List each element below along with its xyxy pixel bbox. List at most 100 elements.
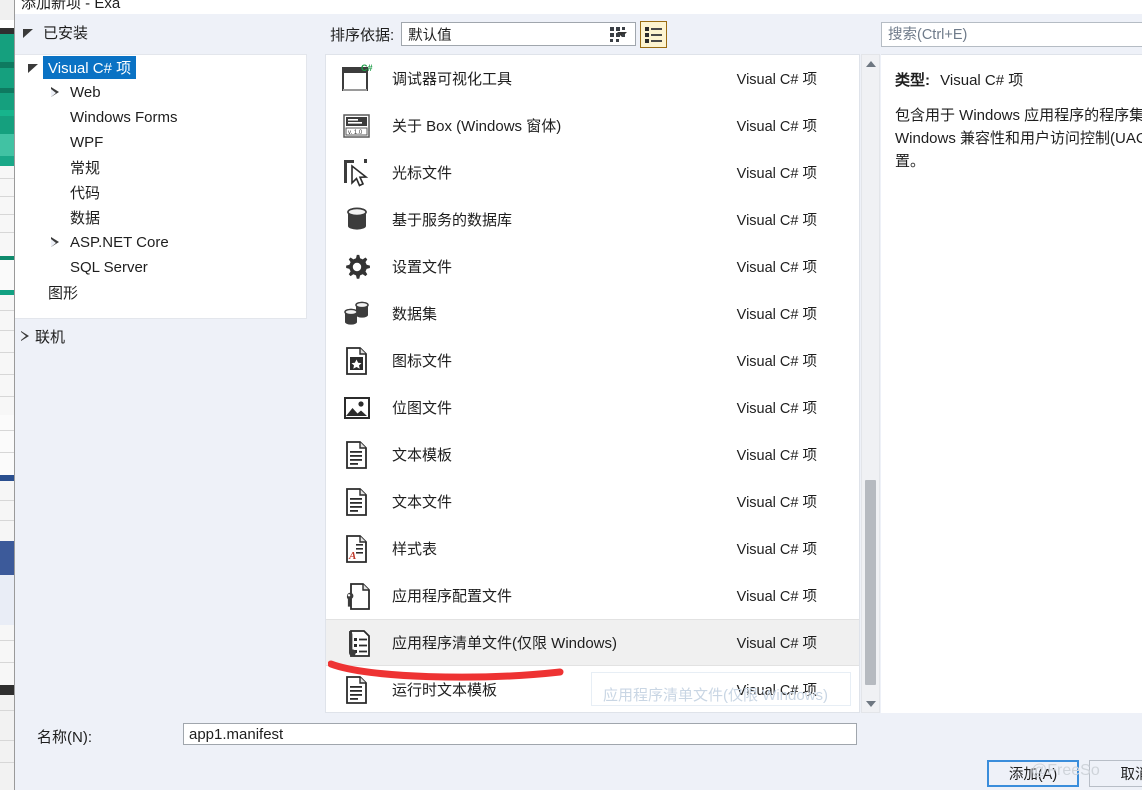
chevron-down-icon bbox=[23, 28, 34, 38]
online-label: 联机 bbox=[35, 328, 66, 346]
list-item[interactable]: 基于服务的数据库 Visual C# 项 bbox=[326, 196, 859, 243]
list-item[interactable]: 应用程序清单文件(仅限 Windows) Visual C# 项 bbox=[326, 619, 859, 666]
database-icon bbox=[336, 200, 378, 240]
chevron-right-icon bbox=[21, 330, 29, 342]
tree-item-1[interactable]: Web bbox=[15, 80, 306, 105]
text-document-icon bbox=[346, 487, 367, 516]
tree-item-8[interactable]: SQL Server bbox=[15, 255, 306, 280]
list-item[interactable]: 图标文件 Visual C# 项 bbox=[326, 337, 859, 384]
text-document-icon bbox=[346, 675, 367, 704]
bitmap-icon bbox=[344, 396, 370, 419]
sort-by-value: 默认值 bbox=[408, 27, 452, 44]
sort-controls: 排序依据: 默认值 bbox=[330, 22, 637, 46]
tree-item-7[interactable]: ASP.NET Core bbox=[15, 230, 306, 255]
cancel-button[interactable]: 取消 bbox=[1089, 760, 1142, 787]
list-item[interactable]: 位图文件 Visual C# 项 bbox=[326, 384, 859, 431]
sort-by-label: 排序依据: bbox=[330, 26, 395, 44]
tree-item-4[interactable]: 常规 bbox=[15, 155, 306, 180]
sort-by-dropdown[interactable]: 默认值 bbox=[401, 22, 637, 46]
tree-item-3[interactable]: WPF bbox=[15, 130, 306, 155]
chevron-right-icon bbox=[45, 237, 65, 248]
list-scrollbar[interactable] bbox=[861, 54, 880, 713]
bitmap-icon bbox=[336, 388, 378, 428]
cursor-icon bbox=[336, 153, 378, 193]
app-config-icon bbox=[336, 576, 378, 616]
tree-item-5[interactable]: 代码 bbox=[15, 180, 306, 205]
dialog-titlebar: 添加新项 - Exa bbox=[15, 0, 1142, 14]
tree-item-label: 图形 bbox=[48, 285, 79, 302]
tree-item-6[interactable]: 数据 bbox=[15, 205, 306, 230]
app-manifest-icon bbox=[336, 623, 378, 663]
installed-label: 已安装 bbox=[43, 25, 89, 42]
name-field[interactable] bbox=[183, 723, 857, 745]
list-view-icon bbox=[645, 27, 662, 43]
chevron-down-icon bbox=[23, 63, 43, 73]
about-box-icon: v. 1.0 bbox=[343, 113, 370, 138]
detail-type-value: Visual C# 项 bbox=[940, 72, 1024, 89]
list-item-kind: Visual C# 项 bbox=[736, 213, 817, 229]
gear-icon bbox=[336, 247, 378, 287]
list-item-kind: Visual C# 项 bbox=[736, 401, 817, 417]
list-item-kind: Visual C# 项 bbox=[736, 448, 817, 464]
svg-text:v. 1.0: v. 1.0 bbox=[348, 130, 363, 136]
svg-text:C#: C# bbox=[361, 63, 373, 73]
background-window-sliver bbox=[0, 0, 14, 790]
list-item-name: 基于服务的数据库 bbox=[392, 212, 513, 229]
list-item[interactable]: C# 调试器可视化工具 Visual C# 项 bbox=[326, 55, 859, 102]
detail-description: 包含用于 Windows 应用程序的程序集绑定、Windows 兼容性和用户访问… bbox=[895, 107, 1142, 170]
list-view-button[interactable] bbox=[640, 21, 667, 48]
search-box[interactable] bbox=[881, 22, 1142, 47]
arrow-up-icon bbox=[865, 60, 876, 67]
list-item[interactable]: 光标文件 Visual C# 项 bbox=[326, 149, 859, 196]
stylesheet-icon: A bbox=[346, 534, 367, 563]
tree-item-label: WPF bbox=[70, 134, 104, 151]
database-icon bbox=[347, 207, 367, 230]
tree-item-2[interactable]: Windows Forms bbox=[15, 105, 306, 130]
name-input[interactable] bbox=[184, 723, 856, 745]
list-item-kind: Visual C# 项 bbox=[736, 636, 817, 652]
csharp-window-icon: C# bbox=[336, 59, 378, 99]
list-item[interactable]: 应用程序配置文件 Visual C# 项 bbox=[326, 572, 859, 619]
list-item-kind: Visual C# 项 bbox=[736, 542, 817, 558]
template-list[interactable]: C# 调试器可视化工具 Visual C# 项 v. 1.0 关于 Box (Windo… bbox=[325, 54, 860, 713]
search-input[interactable] bbox=[882, 22, 1142, 47]
detail-type-row: 类型: Visual C# 项 bbox=[895, 69, 1142, 90]
tree-item-label: Windows Forms bbox=[70, 109, 178, 126]
tree-item-0[interactable]: Visual C# 项 bbox=[15, 55, 306, 80]
list-item-kind: Visual C# 项 bbox=[736, 260, 817, 276]
list-item-name: 运行时文本模板 bbox=[392, 682, 498, 699]
list-item-name: 光标文件 bbox=[392, 165, 453, 182]
tree-item-label: Visual C# 项 bbox=[43, 56, 137, 79]
list-item-name: 图标文件 bbox=[392, 353, 453, 370]
add-new-item-dialog: 添加新项 - Exa 已安装 排序依据: 默认值 搜索(Ctrl+E) Visu… bbox=[14, 0, 1142, 790]
online-section-header[interactable]: 联机 bbox=[15, 322, 307, 350]
list-item-name: 应用程序配置文件 bbox=[392, 588, 513, 605]
list-item[interactable]: 设置文件 Visual C# 项 bbox=[326, 243, 859, 290]
list-item-kind: Visual C# 项 bbox=[736, 495, 817, 511]
installed-section-header[interactable]: 已安装 bbox=[23, 22, 88, 43]
text-document-icon bbox=[336, 482, 378, 522]
list-item[interactable]: 运行时文本模板 Visual C# 项 bbox=[326, 666, 859, 712]
tree-item-9[interactable]: 图形 bbox=[15, 280, 306, 305]
list-item[interactable]: A 样式表 Visual C# 项 bbox=[326, 525, 859, 572]
about-box-icon: v. 1.0 bbox=[336, 106, 378, 146]
list-item[interactable]: 数据集 Visual C# 项 bbox=[326, 290, 859, 337]
dialog-title: 添加新项 - Exa bbox=[21, 0, 121, 12]
arrow-down-icon bbox=[865, 700, 876, 707]
list-item-name: 关于 Box (Windows 窗体) bbox=[392, 118, 562, 135]
scroll-up-button[interactable] bbox=[862, 55, 879, 72]
list-item[interactable]: 文本模板 Visual C# 项 bbox=[326, 431, 859, 478]
scroll-down-button[interactable] bbox=[862, 695, 879, 712]
tiles-view-icon bbox=[610, 27, 625, 42]
detail-type-label: 类型: bbox=[895, 72, 930, 89]
add-button[interactable]: 添加(A) bbox=[987, 760, 1079, 787]
scrollbar-thumb[interactable] bbox=[865, 480, 876, 685]
text-document-icon bbox=[336, 670, 378, 710]
tree-item-label: 代码 bbox=[70, 185, 101, 202]
list-item-kind: Visual C# 项 bbox=[736, 307, 817, 323]
tiles-view-button[interactable] bbox=[605, 21, 632, 48]
list-item[interactable]: 文本文件 Visual C# 项 bbox=[326, 478, 859, 525]
screenshot-root: 添加新项 - Exa 已安装 排序依据: 默认值 搜索(Ctrl+E) Visu… bbox=[0, 0, 1142, 790]
list-item[interactable]: v. 1.0 关于 Box (Windows 窗体) Visual C# 项 bbox=[326, 102, 859, 149]
icon-file-icon bbox=[336, 341, 378, 381]
